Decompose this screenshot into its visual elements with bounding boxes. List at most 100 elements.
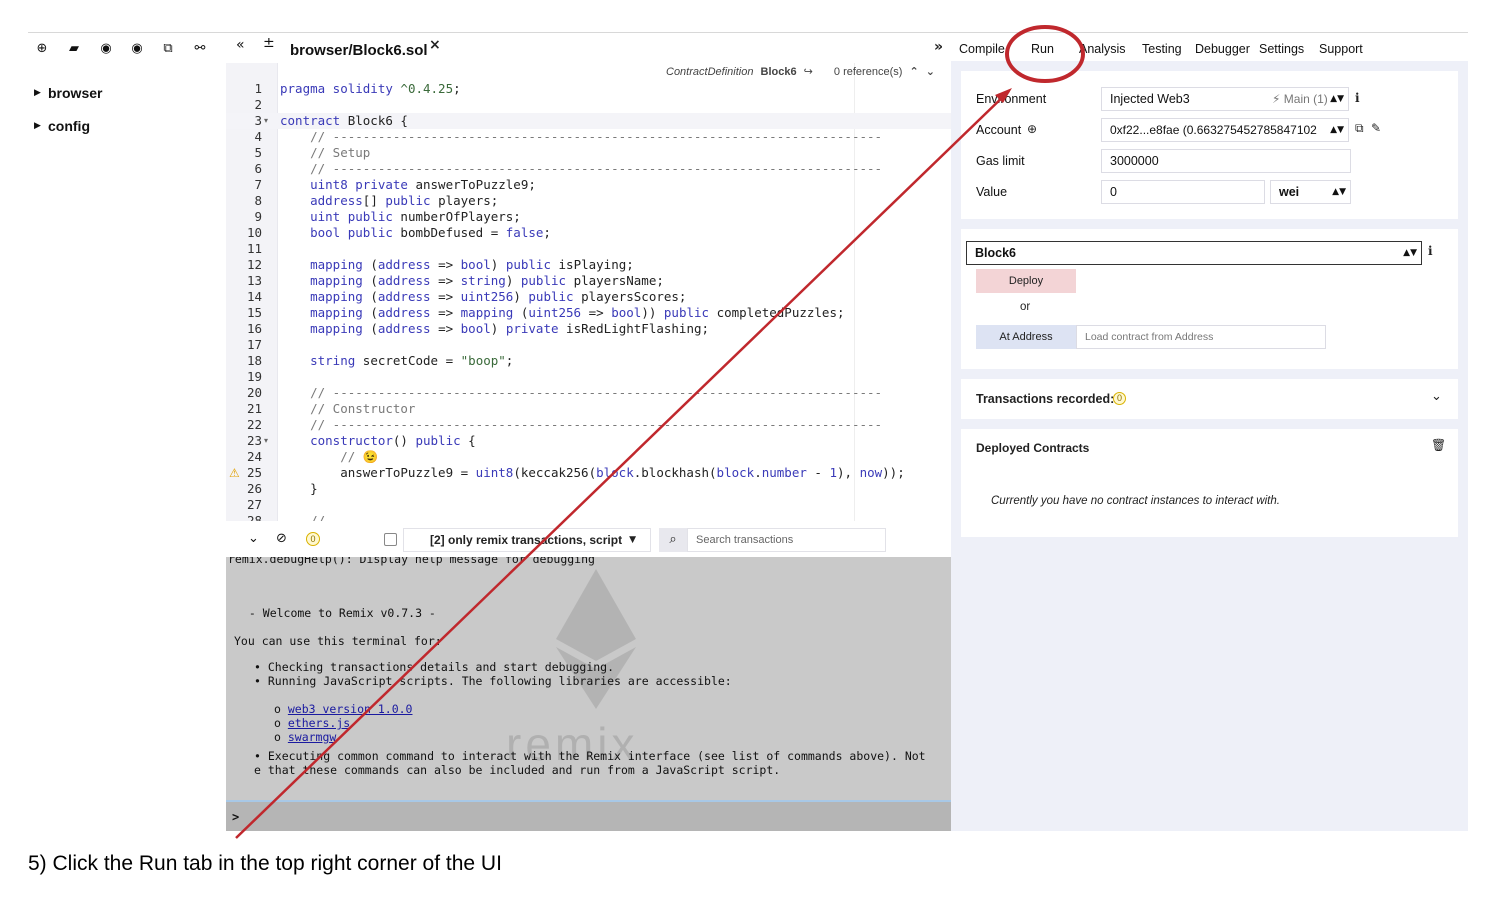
tab-compile[interactable]: Compile (959, 42, 1005, 56)
value-input[interactable]: 0 (1101, 180, 1265, 204)
listen-network-checkbox[interactable] (384, 533, 397, 546)
tab-settings[interactable]: Settings (1259, 42, 1304, 56)
code-token: playersName; (573, 273, 664, 288)
fold-toggle-icon[interactable]: ▾ (264, 113, 274, 129)
code-line[interactable]: 4 // -----------------------------------… (226, 129, 951, 145)
code-line[interactable]: 1 pragma solidity ^0.4.25; (226, 81, 951, 97)
code-token: ( (370, 257, 378, 272)
code-line[interactable]: 18 string secretCode = "boop"; (226, 353, 951, 369)
code-editor[interactable]: ContractDefinition Block6 ↪ 0 reference(… (226, 63, 951, 521)
add-account-icon[interactable]: ⊕ (1027, 122, 1037, 136)
go-to-definition-icon[interactable]: ↪ (804, 65, 813, 78)
close-icon[interactable]: × (429, 37, 441, 53)
editor-tab-active[interactable]: browser/Block6.sol (286, 39, 436, 63)
code-token: => (588, 305, 612, 320)
code-line[interactable]: 22 // ----------------------------------… (226, 417, 951, 433)
collapse-left-icon[interactable]: « (236, 37, 245, 53)
code-token: playersScores; (581, 289, 687, 304)
code-token: - (806, 465, 830, 480)
code-line[interactable]: 15 mapping (address => mapping (uint256 … (226, 305, 951, 321)
transactions-recorded-card[interactable]: Transactions recorded: 0 ⌄ (961, 379, 1458, 419)
edit-icon[interactable]: ✎ (1371, 121, 1381, 135)
minimize-terminal-icon[interactable]: ⌄ (248, 531, 259, 546)
code-line[interactable]: 16 mapping (address => bool) private isR… (226, 321, 951, 337)
terminal-library-link[interactable]: o ethers.js (274, 716, 350, 730)
code-line[interactable]: 23 ▾ constructor() public { (226, 433, 951, 449)
code-line[interactable]: 2 (226, 97, 951, 113)
code-token: numberOfPlayers; (400, 209, 521, 224)
code-line[interactable]: 28 // ----------------------------------… (226, 513, 951, 521)
collapse-right-icon[interactable]: » (934, 39, 943, 55)
search-transactions-input[interactable]: Search transactions (687, 528, 886, 552)
deploy-button[interactable]: Deploy (976, 269, 1076, 293)
value-label: Value (976, 185, 1008, 199)
tab-run[interactable]: Run (1031, 42, 1054, 56)
code-line[interactable]: 14 mapping (address => uint256) public p… (226, 289, 951, 305)
run-settings-card: Environment Injected Web3 ⚡ Main (1) ▲▼ … (961, 71, 1458, 219)
chevron-up-icon[interactable]: ⌃ (909, 65, 918, 78)
terminal-input-bar[interactable]: > (226, 800, 951, 831)
folder-open-icon[interactable]: ▰ (64, 39, 84, 59)
terminal-filter-select[interactable]: [2] only remix transactions, script ▼ (403, 528, 651, 552)
gas-limit-input[interactable]: 3000000 (1101, 149, 1351, 173)
code-line[interactable]: 26 } (226, 481, 951, 497)
code-line[interactable]: 7 uint8 private answerToPuzzle9; (226, 177, 951, 193)
code-line[interactable]: 21 // Constructor (226, 401, 951, 417)
link-icon[interactable]: ⚯ (190, 39, 210, 59)
code-token: // Constructor (280, 401, 416, 416)
code-token: false (505, 225, 544, 240)
environment-select[interactable]: Injected Web3 ⚡ Main (1) ▲▼ (1101, 87, 1349, 111)
code-token: mapping (310, 273, 371, 288)
code-token: => (438, 321, 461, 336)
search-icon[interactable]: ⌕ (659, 528, 687, 552)
copy-icon[interactable]: ⧉ (1355, 121, 1364, 136)
line-number: 21 (246, 401, 262, 416)
tree-item-config[interactable]: ▶ config (34, 114, 102, 147)
value-unit-select[interactable]: wei ▲▼ (1270, 180, 1351, 204)
code-line[interactable]: 13 mapping (address => string) public pl… (226, 273, 951, 289)
chevron-down-icon[interactable]: ⌄ (926, 65, 935, 78)
code-line[interactable]: 5 // Setup (226, 145, 951, 161)
tab-support[interactable]: Support (1319, 42, 1363, 56)
code-token: } (280, 481, 318, 496)
terminal-library-link[interactable]: o web3 version 1.0.0 (274, 702, 412, 716)
code-line[interactable]: 9 uint public numberOfPlayers; (226, 209, 951, 225)
increase-font-icon[interactable]: ± (263, 35, 275, 51)
code-line[interactable]: 19 (226, 369, 951, 385)
terminal-library-link[interactable]: o swarmgw (274, 730, 336, 744)
terminal-line-text[interactable]: swarmgw (288, 730, 336, 744)
contract-select[interactable]: Block6 ▲▼ (966, 241, 1422, 265)
code-line[interactable]: 27 (226, 497, 951, 513)
plus-icon[interactable]: ⊕ (32, 39, 52, 59)
code-line[interactable]: 10 bool public bombDefused = false; (226, 225, 951, 241)
tab-analysis[interactable]: Analysis (1079, 42, 1126, 56)
info-icon[interactable]: i (1355, 91, 1360, 105)
code-line[interactable]: 8 address[] public players; (226, 193, 951, 209)
terminal-line-text: - Welcome to Remix v0.7.3 - (242, 606, 436, 620)
tab-testing[interactable]: Testing (1142, 42, 1182, 56)
code-line[interactable]: 12 mapping (address => bool) public isPl… (226, 257, 951, 273)
terminal-line-text[interactable]: ethers.js (288, 716, 350, 730)
code-line[interactable]: 11 (226, 241, 951, 257)
chevron-down-icon[interactable]: ⌄ (1431, 389, 1442, 404)
tab-debugger[interactable]: Debugger (1195, 42, 1250, 56)
code-text: mapping (address => uint256) public play… (280, 289, 686, 305)
at-address-input[interactable]: Load contract from Address (1076, 325, 1326, 349)
at-address-button[interactable]: At Address (976, 325, 1076, 349)
tree-item-browser[interactable]: ▶ browser (34, 81, 102, 114)
clear-console-icon[interactable]: ⊘ (276, 531, 287, 546)
code-line[interactable]: 3 ▾ contract Block6 { (226, 113, 951, 129)
copy-icon[interactable]: ⧉ (158, 39, 178, 59)
trash-icon[interactable]: 🗑 (1431, 438, 1446, 452)
terminal-line-text[interactable]: web3 version 1.0.0 (288, 702, 413, 716)
code-line[interactable]: 6 // -----------------------------------… (226, 161, 951, 177)
github-icon[interactable]: ◉ (96, 39, 116, 59)
code-line[interactable]: 20 // ----------------------------------… (226, 385, 951, 401)
github-alt-icon[interactable]: ◉ (127, 39, 147, 59)
info-icon[interactable]: i (1428, 244, 1433, 258)
code-line[interactable]: 24 // 😉 (226, 449, 951, 465)
account-select[interactable]: 0xf22...e8fae (0.663275452785847102 ▲▼ (1101, 118, 1349, 142)
code-line[interactable]: ⚠ 25 answerToPuzzle9 = uint8(keccak256(bl… (226, 465, 951, 481)
fold-toggle-icon[interactable]: ▾ (264, 433, 274, 449)
code-line[interactable]: 17 (226, 337, 951, 353)
